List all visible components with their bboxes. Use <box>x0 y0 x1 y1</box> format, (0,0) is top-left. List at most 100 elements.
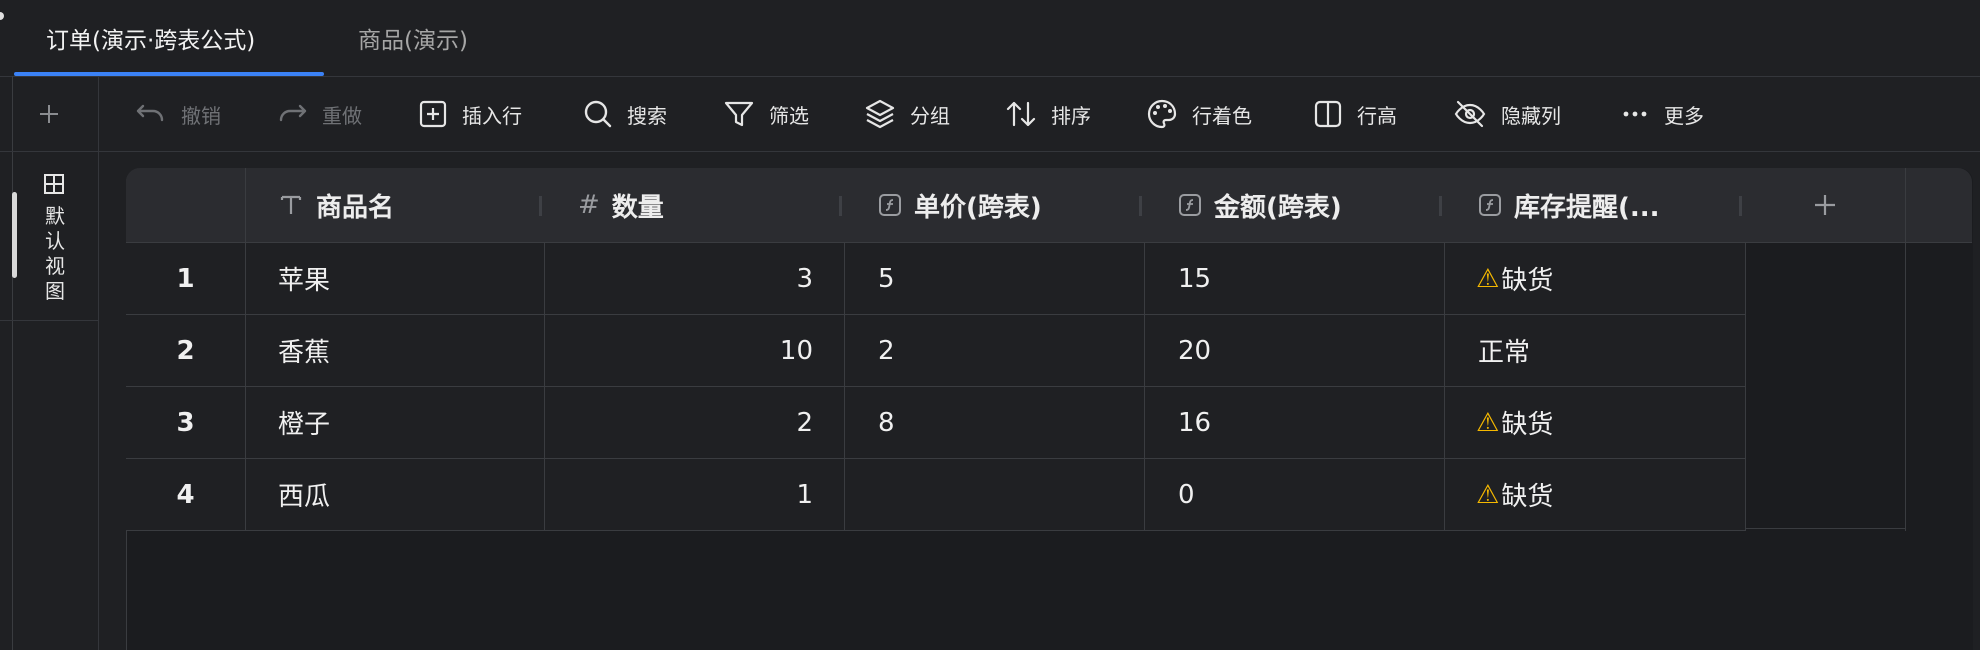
more-label: 更多 <box>1664 103 1704 128</box>
grid-line <box>1746 528 1906 529</box>
row-color-label: 行着色 <box>1192 103 1252 128</box>
search-icon <box>584 100 612 128</box>
add-view-button[interactable] <box>0 77 98 152</box>
cell-stock[interactable]: ⚠ 缺货 <box>1476 387 1736 458</box>
formula-type-icon <box>1179 194 1201 216</box>
formula-type-icon <box>1479 194 1501 216</box>
row-height-button[interactable]: 行高 <box>1313 77 1397 151</box>
ellipsis-icon <box>1623 111 1647 117</box>
redo-label: 重做 <box>322 103 362 128</box>
tab-products[interactable]: 商品(演示) <box>358 0 468 76</box>
row-height-label: 行高 <box>1357 103 1397 128</box>
cell-stock[interactable]: ⚠ 缺货 <box>1476 459 1736 530</box>
row-color-button[interactable]: 行着色 <box>1146 77 1252 151</box>
redo-button[interactable]: 重做 <box>276 77 362 151</box>
undo-icon <box>136 104 164 122</box>
filter-label: 筛选 <box>769 103 809 128</box>
undo-button[interactable]: 撤销 <box>135 77 221 151</box>
eye-off-icon <box>1454 100 1486 128</box>
cell-stock[interactable]: 正常 <box>1478 315 1738 386</box>
filter-icon <box>724 101 754 127</box>
cell-quantity[interactable]: 1 <box>545 459 813 530</box>
cell-amount[interactable]: 15 <box>1178 243 1428 314</box>
hide-columns-label: 隐藏列 <box>1501 103 1561 128</box>
plus-icon <box>1815 195 1835 215</box>
filter-button[interactable]: 筛选 <box>723 77 809 151</box>
insert-row-button[interactable]: 插入行 <box>418 77 522 151</box>
search-button[interactable]: 搜索 <box>583 77 667 151</box>
grid-line <box>1444 243 1445 531</box>
row-number: 4 <box>176 479 195 510</box>
redo-icon <box>279 104 307 122</box>
column-label: 金额(跨表) <box>1214 192 1342 223</box>
cell-price[interactable]: 8 <box>878 387 1128 458</box>
row-number: 3 <box>176 407 195 438</box>
column-resize-handle[interactable] <box>1139 196 1142 216</box>
cell-quantity[interactable]: 10 <box>545 315 813 386</box>
cell-price[interactable] <box>878 459 1128 530</box>
column-label: 商品名 <box>316 192 395 223</box>
cell-name[interactable]: 橙子 <box>278 387 528 458</box>
cell-name[interactable]: 西瓜 <box>278 459 528 530</box>
group-button[interactable]: 分组 <box>864 77 950 151</box>
column-label: 库存提醒(... <box>1514 192 1660 223</box>
insert-row-label: 插入行 <box>462 103 522 128</box>
column-header-name[interactable]: 商品名 <box>278 168 394 242</box>
undo-label: 撤销 <box>181 103 221 128</box>
warning-icon: ⚠ <box>1476 263 1500 294</box>
sort-button[interactable]: 排序 <box>1005 77 1091 151</box>
formula-type-icon <box>879 194 901 216</box>
grid-line <box>245 168 246 531</box>
row-number: 2 <box>176 335 195 366</box>
row-number: 1 <box>176 263 195 294</box>
tab-orders[interactable]: 订单(演示·跨表公式) <box>46 0 255 76</box>
stock-text: 正常 <box>1478 338 1531 368</box>
palette-icon <box>1147 99 1177 129</box>
column-resize-handle[interactable] <box>839 196 842 216</box>
text-type-icon <box>280 195 302 214</box>
stock-text: 缺货 <box>1501 482 1554 512</box>
stock-text: 缺货 <box>1501 410 1554 440</box>
cell-price[interactable]: 5 <box>878 243 1128 314</box>
plus-square-icon <box>419 100 447 128</box>
view-label: 默认视图 <box>45 204 65 303</box>
cell-name[interactable]: 香蕉 <box>278 315 528 386</box>
stock-text: 缺货 <box>1501 266 1554 296</box>
column-header-quantity[interactable]: # 数量 <box>578 168 664 242</box>
column-resize-handle[interactable] <box>1739 196 1742 216</box>
column-resize-handle[interactable] <box>539 196 542 216</box>
number-type-icon: # <box>578 190 600 220</box>
grid-header <box>126 168 1972 243</box>
plus-icon <box>40 105 58 123</box>
layers-icon <box>865 99 895 129</box>
hide-columns-button[interactable]: 隐藏列 <box>1453 77 1561 151</box>
column-label: 数量 <box>611 192 664 223</box>
add-column-button[interactable] <box>1812 168 1838 242</box>
cell-name[interactable]: 苹果 <box>278 243 528 314</box>
column-header-price[interactable]: 单价(跨表) <box>878 168 1042 242</box>
active-tab-indicator <box>14 72 324 76</box>
group-label: 分组 <box>910 103 950 128</box>
cell-stock[interactable]: ⚠ 缺货 <box>1476 243 1736 314</box>
column-header-stock[interactable]: 库存提醒(... <box>1478 168 1660 242</box>
sort-icon <box>1006 101 1036 127</box>
active-view-indicator <box>12 192 17 278</box>
cell-amount[interactable]: 16 <box>1178 387 1428 458</box>
column-resize-handle[interactable] <box>1439 196 1442 216</box>
cell-amount[interactable]: 0 <box>1178 459 1428 530</box>
cell-quantity[interactable]: 3 <box>545 243 813 314</box>
grid-line <box>1745 243 1746 531</box>
column-header-amount[interactable]: 金额(跨表) <box>1178 168 1342 242</box>
cell-price[interactable]: 2 <box>878 315 1128 386</box>
search-label: 搜索 <box>627 103 667 128</box>
cell-amount[interactable]: 20 <box>1178 315 1428 386</box>
sort-label: 排序 <box>1051 103 1091 128</box>
grid-icon <box>44 174 64 194</box>
more-button[interactable]: 更多 <box>1620 77 1704 151</box>
cell-quantity[interactable]: 2 <box>545 387 813 458</box>
warning-icon: ⚠ <box>1476 479 1500 510</box>
warning-icon: ⚠ <box>1476 407 1500 438</box>
grid-line <box>1905 168 1906 531</box>
column-label: 单价(跨表) <box>914 192 1042 223</box>
grid-line <box>844 243 845 531</box>
